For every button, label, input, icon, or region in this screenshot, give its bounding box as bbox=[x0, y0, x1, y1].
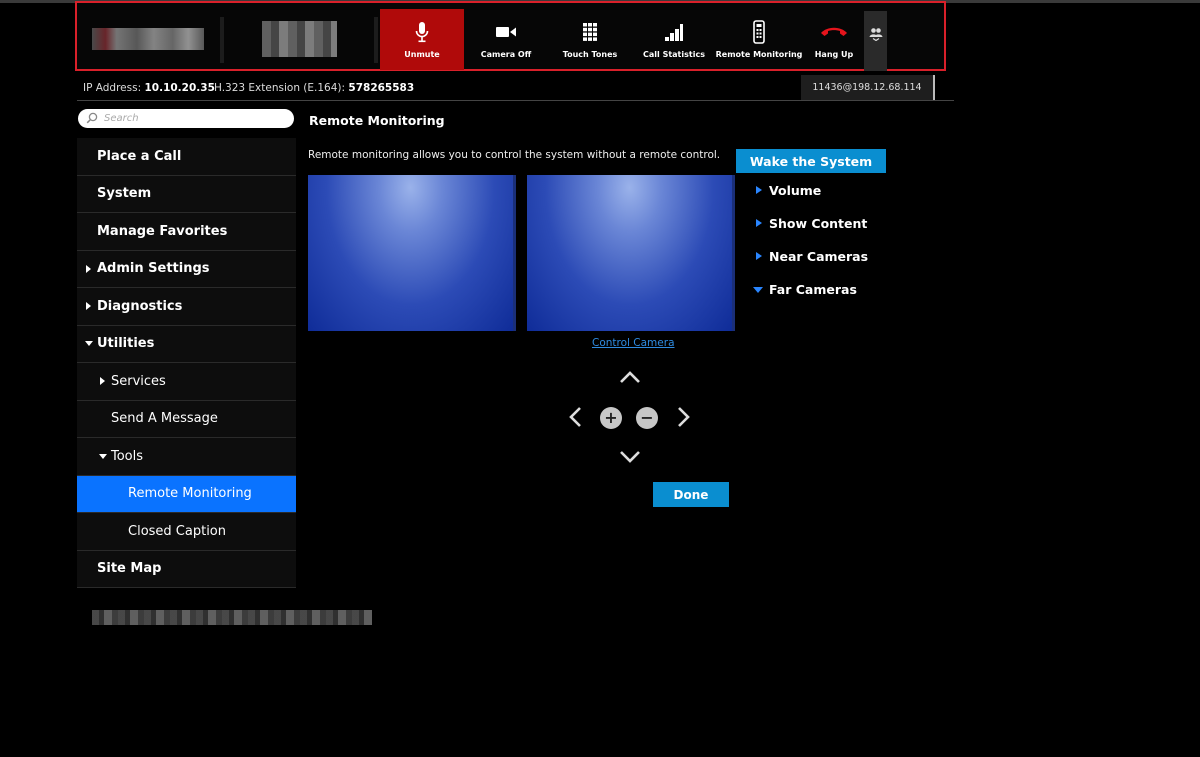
toolbar-divider bbox=[374, 17, 378, 63]
connection-info-bar: IP Address: 10.10.20.35 H.323 Extension … bbox=[77, 75, 954, 101]
sidebar-item-label: Tools bbox=[111, 448, 144, 464]
sidebar-item-label: Admin Settings bbox=[97, 261, 210, 277]
show-content-label: Show Content bbox=[769, 216, 868, 231]
call-statistics-button[interactable]: Call Statistics bbox=[632, 9, 716, 70]
remote-monitoring-button[interactable]: Remote Monitoring bbox=[715, 9, 803, 70]
volume-label: Volume bbox=[769, 183, 822, 198]
hang-up-label: Hang Up bbox=[814, 50, 854, 59]
sidebar-item-system[interactable]: System bbox=[77, 175, 296, 213]
sidebar-item-label: Place a Call bbox=[97, 148, 182, 164]
touch-tones-label: Touch Tones bbox=[562, 50, 618, 59]
control-camera-link[interactable]: Control Camera bbox=[592, 337, 675, 349]
zoom-in-button[interactable]: + bbox=[600, 407, 622, 429]
toolbar-divider bbox=[220, 17, 224, 63]
done-button[interactable]: Done bbox=[653, 482, 729, 507]
chevron-up-icon bbox=[620, 371, 640, 383]
remote-monitoring-label: Remote Monitoring bbox=[715, 50, 803, 59]
sidebar-item-manage-favorites[interactable]: Manage Favorites bbox=[77, 213, 296, 251]
expand-arrow-icon bbox=[756, 186, 762, 194]
chevron-down-icon bbox=[620, 451, 640, 463]
touch-tones-button[interactable]: Touch Tones bbox=[548, 9, 632, 70]
sidebar-item-tools[interactable]: Tools bbox=[77, 438, 296, 476]
extension-value: 578265583 bbox=[348, 82, 415, 94]
search-icon bbox=[86, 112, 98, 124]
page-title: Remote Monitoring bbox=[309, 113, 445, 128]
microphone-icon bbox=[415, 20, 429, 44]
camera-pan-left-button[interactable] bbox=[568, 405, 582, 429]
near-cameras-label: Near Cameras bbox=[769, 249, 869, 264]
sidebar-item-remote-monitoring[interactable]: Remote Monitoring bbox=[77, 475, 296, 513]
unmute-button[interactable]: Unmute bbox=[380, 9, 464, 70]
ip-address-label: IP Address: bbox=[83, 82, 142, 94]
collapse-arrow-icon bbox=[99, 453, 107, 459]
sidebar-item-label: Diagnostics bbox=[97, 298, 183, 314]
search-box[interactable] bbox=[78, 109, 294, 128]
sidebar-item-services[interactable]: Services bbox=[77, 363, 296, 401]
camera-tilt-up-button[interactable] bbox=[618, 370, 642, 384]
signal-bars-icon bbox=[664, 20, 684, 44]
sidebar-item-place-a-call[interactable]: Place a Call bbox=[77, 138, 296, 176]
sidebar-item-admin-settings[interactable]: Admin Settings bbox=[77, 250, 296, 288]
hang-up-icon bbox=[819, 20, 849, 44]
extension-label: H.323 Extension (E.164): bbox=[214, 82, 346, 94]
zoom-out-button[interactable]: − bbox=[636, 407, 658, 429]
expand-arrow-icon bbox=[100, 377, 105, 386]
chevron-right-icon bbox=[678, 407, 690, 427]
collapse-arrow-icon bbox=[85, 341, 93, 347]
sip-address: 11436@198.12.68.114 bbox=[801, 75, 935, 100]
camera-off-label: Camera Off bbox=[480, 50, 532, 59]
ip-address-info: IP Address: 10.10.20.35 bbox=[83, 82, 215, 94]
sidebar-nav: Place a Call System Manage Favorites Adm… bbox=[77, 138, 296, 588]
unmute-label: Unmute bbox=[404, 50, 440, 59]
sidebar-item-label: Services bbox=[111, 373, 166, 389]
sidebar-item-label: System bbox=[97, 186, 152, 202]
redacted-system-name bbox=[262, 21, 337, 57]
sidebar-item-send-a-message[interactable]: Send A Message bbox=[77, 400, 296, 438]
sidebar-item-label: Remote Monitoring bbox=[128, 486, 252, 502]
call-toolbar: Unmute Camera Off Touch Tones Call Stati… bbox=[75, 1, 946, 71]
search-input[interactable] bbox=[102, 112, 286, 125]
people-icon bbox=[869, 28, 882, 41]
chevron-left-icon bbox=[569, 407, 581, 427]
sidebar-item-label: Site Map bbox=[97, 561, 162, 577]
sidebar-item-label: Utilities bbox=[97, 336, 155, 352]
sidebar-item-closed-caption[interactable]: Closed Caption bbox=[77, 513, 296, 551]
call-statistics-label: Call Statistics bbox=[643, 50, 705, 59]
near-video-preview bbox=[308, 175, 516, 331]
expand-arrow-icon bbox=[86, 302, 91, 311]
expand-arrow-icon bbox=[86, 264, 91, 273]
wake-the-system-button[interactable]: Wake the System bbox=[736, 149, 886, 173]
expand-arrow-icon bbox=[756, 252, 762, 260]
far-cameras-label: Far Cameras bbox=[769, 282, 857, 297]
redacted-logo bbox=[92, 28, 204, 50]
sidebar-item-label: Closed Caption bbox=[128, 523, 226, 539]
sidebar-item-label: Send A Message bbox=[111, 411, 218, 427]
expand-arrow-icon bbox=[756, 219, 762, 227]
collapse-arrow-icon bbox=[753, 287, 763, 293]
extension-info: H.323 Extension (E.164): 578265583 bbox=[214, 82, 414, 94]
page-description: Remote monitoring allows you to control … bbox=[308, 149, 721, 161]
video-camera-icon bbox=[495, 20, 517, 44]
far-video-preview bbox=[527, 175, 735, 331]
camera-off-button[interactable]: Camera Off bbox=[464, 9, 548, 70]
camera-tilt-down-button[interactable] bbox=[618, 450, 642, 464]
remote-control-icon bbox=[753, 20, 765, 44]
camera-pan-right-button[interactable] bbox=[677, 405, 691, 429]
sidebar-item-utilities[interactable]: Utilities bbox=[77, 325, 296, 363]
ip-address-value: 10.10.20.35 bbox=[144, 82, 215, 94]
sidebar-item-site-map[interactable]: Site Map bbox=[77, 550, 296, 588]
keypad-icon bbox=[582, 20, 598, 44]
sidebar-item-diagnostics[interactable]: Diagnostics bbox=[77, 288, 296, 326]
redacted-footer-text bbox=[92, 610, 372, 625]
sidebar-item-label: Manage Favorites bbox=[97, 223, 228, 239]
participants-button[interactable] bbox=[864, 11, 887, 71]
